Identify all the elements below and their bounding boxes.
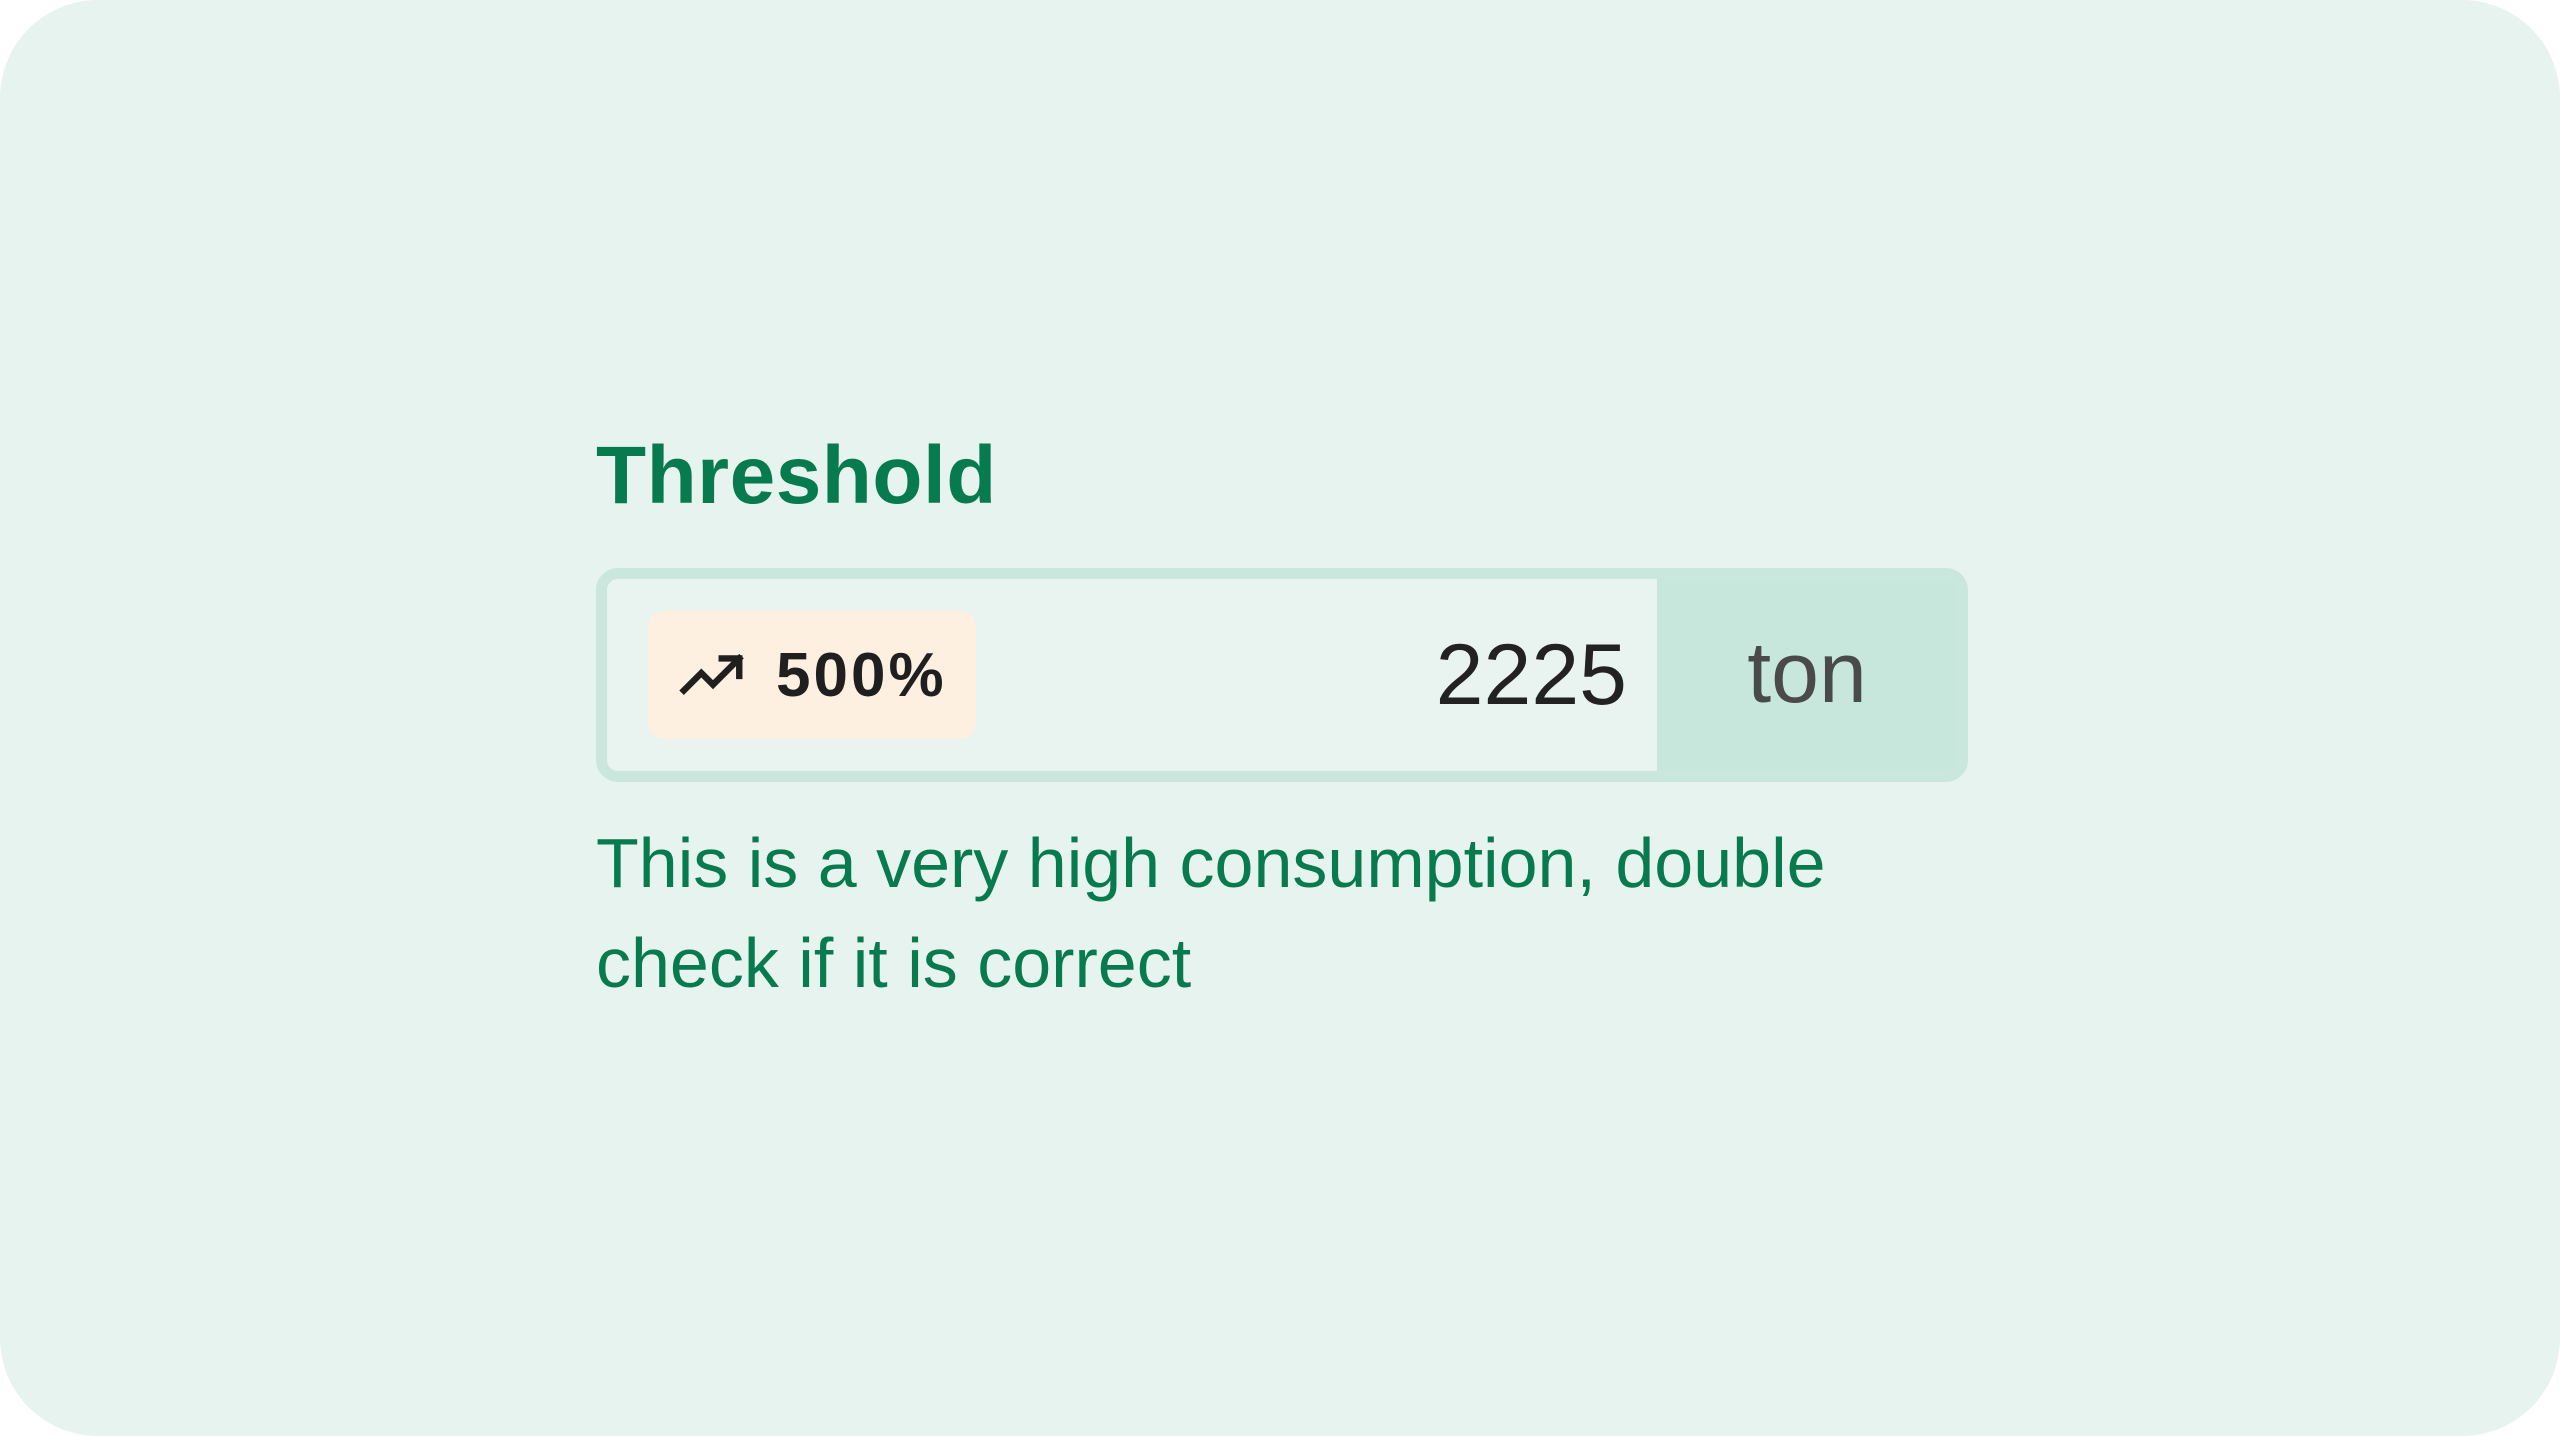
input-area[interactable]: 500% xyxy=(607,579,1657,771)
page-canvas: Threshold 500% ton This is a very high c… xyxy=(0,0,2560,1436)
threshold-value-input[interactable] xyxy=(1027,579,1627,771)
trend-badge[interactable]: 500% xyxy=(648,611,976,739)
helper-text: This is a very high consumption, double … xyxy=(596,824,1826,1002)
threshold-field: Threshold 500% ton This is a very high c… xyxy=(596,430,1968,1002)
trending-up-icon xyxy=(678,638,748,713)
field-label: Threshold xyxy=(596,430,997,521)
unit-label: ton xyxy=(1657,579,1957,771)
trend-badge-text: 500% xyxy=(776,640,947,710)
input-group: 500% ton xyxy=(596,568,1968,782)
